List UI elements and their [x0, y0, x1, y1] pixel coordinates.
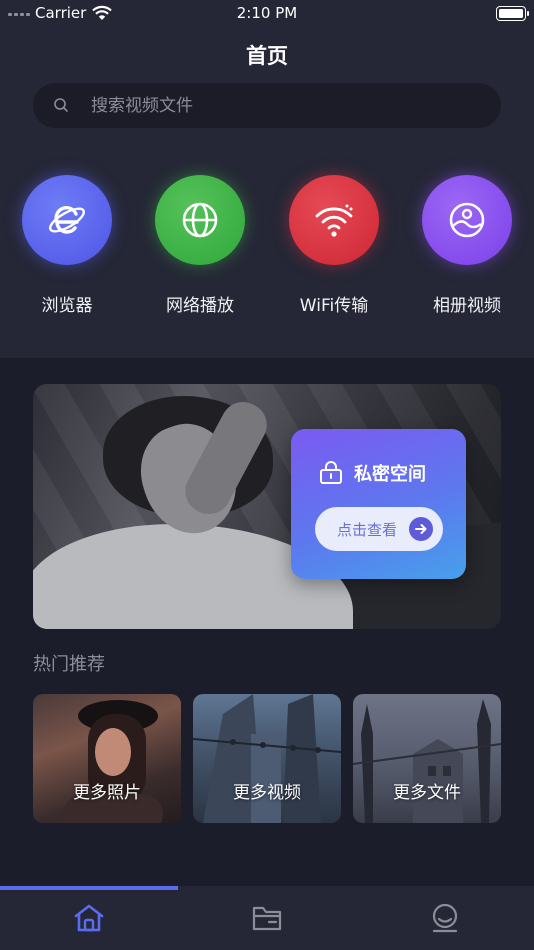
arrow-right-icon — [409, 517, 433, 541]
private-space-title: 私密空间 — [354, 464, 426, 485]
quick-action-network-play[interactable]: 网络播放 — [133, 175, 267, 316]
folder-icon — [252, 904, 282, 936]
search-icon — [53, 97, 69, 117]
card-more-files[interactable]: 更多文件 — [353, 694, 501, 823]
browser-e-icon — [22, 175, 112, 265]
quick-action-wifi-transfer[interactable]: WiFi传输 — [267, 175, 401, 316]
tab-files[interactable] — [178, 890, 356, 950]
clock: 2:10 PM — [236, 4, 298, 22]
card-video-thumbnail — [193, 694, 341, 823]
quick-action-album-video[interactable]: 相册视频 — [400, 175, 534, 316]
photo-icon — [422, 175, 512, 265]
wifi-icon — [289, 175, 379, 265]
tab-profile[interactable] — [356, 890, 534, 950]
tab-bar — [0, 886, 534, 950]
quick-action-label: 相册视频 — [433, 296, 501, 316]
search-input[interactable] — [91, 83, 491, 128]
view-button[interactable]: 点击查看 — [315, 507, 443, 551]
card-photo-thumbnail — [63, 700, 163, 823]
card-label: 更多照片 — [73, 783, 141, 803]
globe-icon — [155, 175, 245, 265]
page-title: 首页 — [246, 44, 288, 68]
quick-action-browser[interactable]: 浏览器 — [0, 175, 134, 316]
battery-icon — [496, 6, 529, 21]
card-file-thumbnail — [353, 699, 501, 823]
card-label: 更多视频 — [233, 783, 301, 803]
section-title: 热门推荐 — [33, 654, 105, 675]
search-bar[interactable] — [33, 83, 501, 128]
private-space-card[interactable]: 私密空间 点击查看 — [291, 429, 466, 579]
quick-action-label: WiFi传输 — [299, 296, 369, 316]
tab-home[interactable] — [0, 890, 178, 950]
lock-icon — [319, 460, 343, 488]
card-more-videos[interactable]: 更多视频 — [193, 694, 341, 823]
status-bar: Carrier 2:10 PM — [0, 0, 534, 28]
card-label: 更多文件 — [393, 783, 461, 803]
quick-action-label: 网络播放 — [166, 296, 234, 316]
card-more-photos[interactable]: 更多照片 — [33, 694, 181, 823]
quick-action-label: 浏览器 — [41, 296, 93, 316]
view-button-label: 点击查看 — [337, 521, 398, 539]
profile-icon — [431, 903, 459, 937]
home-icon — [73, 903, 105, 937]
